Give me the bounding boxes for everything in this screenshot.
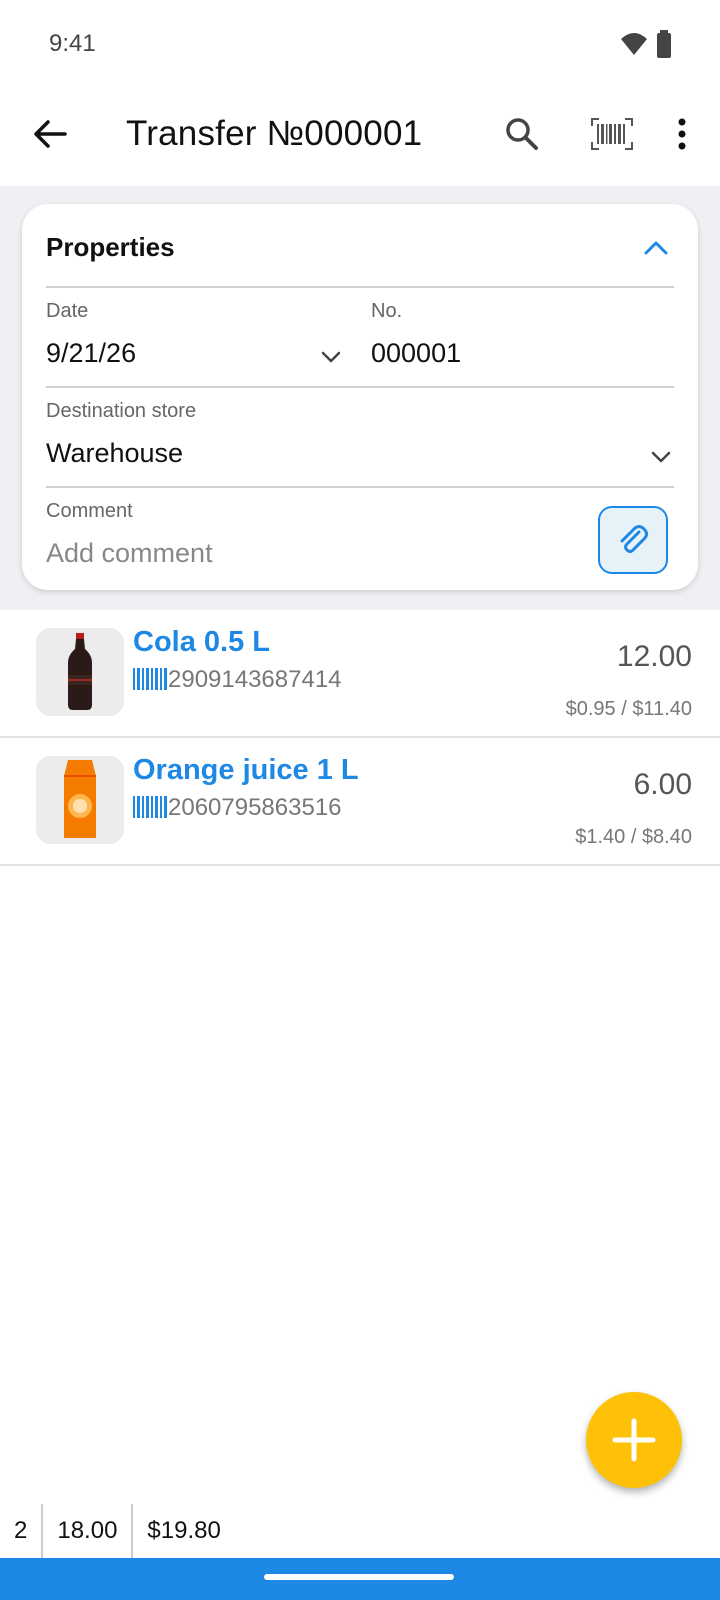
destination-store-label: Destination store: [46, 400, 197, 422]
comment-input[interactable]: Add comment: [46, 538, 213, 569]
totals-footer: 2 18.00 $19.80: [0, 1504, 720, 1558]
collapse-properties-button[interactable]: [638, 230, 674, 266]
comment-label: Comment: [46, 500, 133, 522]
item-price-sum: $0.95 / $11.40: [565, 698, 692, 720]
search-icon: [506, 118, 538, 150]
home-handle[interactable]: [264, 1574, 454, 1580]
orange-juice-carton-icon: [64, 760, 96, 838]
status-icons: [620, 30, 672, 58]
date-value: 9/21/26: [46, 338, 137, 368]
scan-barcode-button[interactable]: [584, 108, 640, 160]
cola-bottle-icon: [68, 633, 92, 710]
properties-card: Properties Date 9/21/26 No. 000001 Desti…: [22, 204, 698, 590]
item-name: Cola 0.5 L: [133, 626, 270, 658]
item-quantity: 6.00: [633, 768, 692, 801]
item-quantity: 12.00: [616, 640, 692, 673]
divider: [46, 286, 674, 288]
divider: [46, 386, 674, 388]
list-item[interactable]: Cola 0.5 L 2909143687414 12.00 $0.95 / $…: [0, 610, 720, 738]
search-button[interactable]: [496, 108, 548, 160]
chevron-up-icon: [644, 241, 668, 255]
page-title: Transfer №000001: [126, 114, 423, 153]
total-quantity: 18.00: [43, 1504, 134, 1558]
item-sum: $8.40: [641, 826, 692, 848]
item-sum: $11.40: [632, 698, 692, 720]
total-sum: $19.80: [147, 1517, 221, 1544]
chevron-down-icon: [321, 351, 341, 363]
item-barcode: 2909143687414: [168, 666, 342, 693]
properties-title: Properties: [46, 232, 175, 262]
wifi-icon: [621, 33, 647, 55]
arrow-left-icon: [34, 120, 67, 148]
destination-store-value: Warehouse: [46, 438, 184, 468]
plus-icon: [612, 1418, 656, 1462]
barcode-icon: [133, 796, 167, 818]
chevron-down-icon: [651, 451, 671, 463]
more-options-button[interactable]: [662, 108, 702, 160]
properties-area: Properties Date 9/21/26 No. 000001 Desti…: [0, 186, 720, 610]
barcode-scan-icon: [591, 118, 633, 150]
more-vertical-icon: [678, 118, 686, 150]
item-price-sum: $1.40 / $8.40: [575, 826, 692, 848]
number-value: 000001: [371, 338, 462, 368]
item-name: Orange juice 1 L: [133, 754, 359, 786]
product-image: [36, 756, 124, 844]
status-bar: 9:41: [0, 0, 720, 88]
paperclip-icon: [620, 525, 648, 553]
divider: [46, 486, 674, 488]
product-image: [36, 628, 124, 716]
back-button[interactable]: [26, 110, 74, 158]
date-label: Date: [46, 300, 89, 322]
add-item-button[interactable]: [586, 1392, 682, 1488]
item-price: $1.40: [575, 826, 626, 848]
battery-icon: [657, 30, 671, 58]
total-count: 2: [0, 1504, 44, 1558]
items-list: Cola 0.5 L 2909143687414 12.00 $0.95 / $…: [0, 610, 720, 866]
item-barcode: 2060795863516: [168, 794, 342, 821]
item-price: $0.95: [565, 698, 616, 720]
system-nav-bar: [0, 1558, 720, 1600]
status-time: 9:41: [49, 30, 96, 57]
list-item[interactable]: Orange juice 1 L 2060795863516 6.00 $1.4…: [0, 738, 720, 866]
barcode-icon: [133, 668, 167, 690]
attach-button[interactable]: [598, 506, 668, 574]
app-bar: Transfer №000001: [0, 88, 720, 186]
number-label: No.: [371, 300, 403, 322]
